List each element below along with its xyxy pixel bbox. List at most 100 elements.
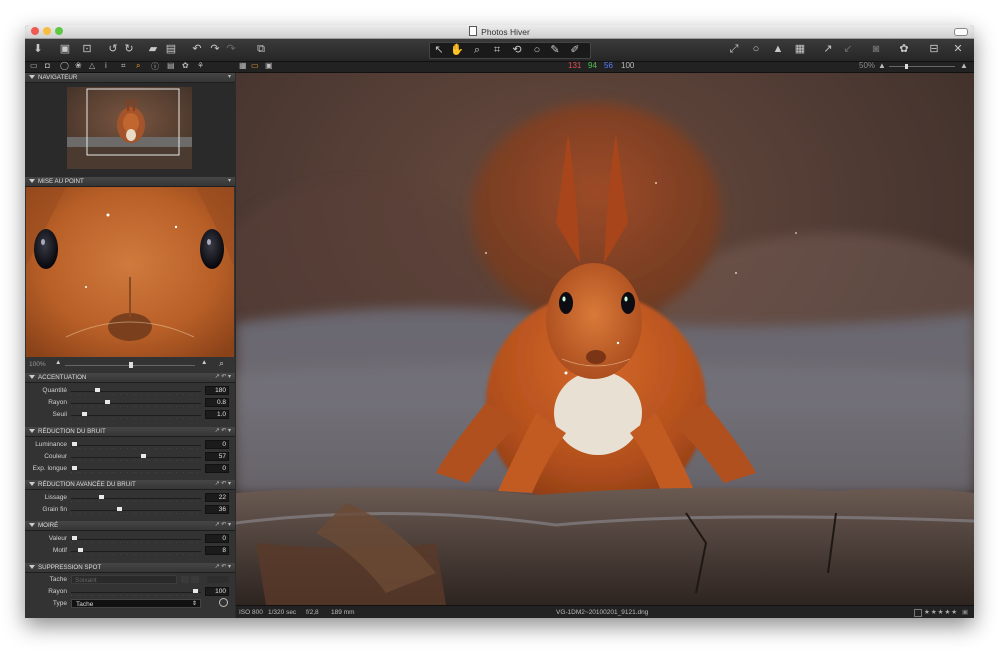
image-viewer[interactable]	[236, 73, 974, 605]
slider-value-field[interactable]: 0.8	[205, 398, 229, 407]
cursor-arrow-icon[interactable]: ↗	[821, 42, 835, 57]
spot-header[interactable]: SUPPRESSION SPOT ↗ ↶ ▾	[25, 563, 235, 573]
navigator-thumbnail[interactable]	[67, 87, 192, 169]
zoom-in-icon[interactable]: ▲	[960, 61, 968, 70]
spot-type-select[interactable]: Tache ⇕	[71, 599, 201, 608]
slider-track[interactable]	[71, 592, 201, 593]
star-rating[interactable]: ★★★★★	[924, 606, 958, 618]
slider-track[interactable]	[71, 391, 201, 392]
settings-icon[interactable]: ✿	[897, 42, 911, 57]
section-controls-icon[interactable]: ↗ ↶ ▾	[215, 480, 231, 489]
slider-value-field[interactable]: 0	[205, 534, 229, 543]
search-icon[interactable]: ○	[749, 42, 763, 57]
spot-icon[interactable]: ○	[530, 43, 544, 58]
noise-header[interactable]: RÉDUCTION DU BRUIT ↗ ↶ ▾	[25, 427, 235, 437]
slider-value-field[interactable]: 100	[205, 587, 229, 596]
slider-track[interactable]	[71, 445, 201, 446]
viewer-zoom-thumb[interactable]	[905, 64, 908, 69]
navigator-header[interactable]: NAVIGATEUR ▾	[25, 73, 235, 83]
slider-value-field[interactable]: 22	[205, 493, 229, 502]
slider-thumb[interactable]	[99, 495, 104, 499]
slider-thumb[interactable]	[117, 507, 122, 511]
loupe-icon[interactable]: ⌕	[219, 358, 224, 369]
slider-value-field[interactable]: 57	[205, 452, 229, 461]
proof-view-icon[interactable]: ▣	[265, 61, 273, 70]
slider-value-field[interactable]: 0	[205, 440, 229, 449]
zoom-out-icon[interactable]: ▲	[55, 359, 61, 366]
picker-icon[interactable]: ✎	[548, 43, 562, 58]
slider-value-field[interactable]: 8	[205, 546, 229, 555]
browser-toggle-icon[interactable]: ▣	[962, 606, 968, 618]
slider-thumb[interactable]	[141, 454, 146, 458]
section-menu-icon[interactable]: ▾	[228, 73, 231, 82]
pan-hand-icon[interactable]: ✋	[450, 43, 464, 58]
lens-tab-icon[interactable]: ◯	[60, 61, 69, 70]
slider-value-field[interactable]: 180	[205, 386, 229, 395]
slider-thumb[interactable]	[72, 466, 77, 470]
grid-view-icon[interactable]: ▦	[239, 61, 247, 70]
trash-icon[interactable]: ▤	[165, 42, 177, 57]
import-icon[interactable]: ⬇	[31, 42, 45, 57]
capture-icon[interactable]: ▣	[57, 42, 73, 57]
tools-icon[interactable]: ✕	[951, 42, 965, 57]
toolbar-toggle-button[interactable]	[954, 28, 968, 36]
slider-thumb[interactable]	[72, 442, 77, 446]
zoom-in-icon[interactable]: ▲	[201, 359, 207, 366]
details-tab-icon[interactable]: ⌕	[136, 61, 140, 71]
spot-extra-button[interactable]	[207, 576, 229, 583]
crop-icon[interactable]: ⌗	[490, 43, 504, 58]
section-controls-icon[interactable]: ↗ ↶ ▾	[215, 427, 231, 436]
brush-off-icon[interactable]: ↙	[841, 42, 855, 57]
slider-value-field[interactable]: 0	[205, 464, 229, 473]
focus-zoom-thumb[interactable]	[129, 362, 133, 368]
extra-tab-icon[interactable]: ⚘	[197, 61, 204, 70]
spot-remove-button[interactable]	[191, 576, 199, 583]
slider-track[interactable]	[71, 498, 201, 499]
slider-thumb[interactable]	[105, 400, 110, 404]
rotate-right-icon[interactable]: ↻	[123, 42, 135, 57]
focus-header[interactable]: MISE AU POINT ▾	[25, 177, 235, 187]
select-cursor-icon[interactable]: ↖	[432, 43, 446, 58]
slider-track[interactable]	[71, 457, 201, 458]
camera-tab-icon[interactable]: ◘	[45, 61, 50, 70]
slider-thumb[interactable]	[78, 548, 83, 552]
advanced-noise-header[interactable]: RÉDUCTION AVANCÉE DU BRUIT ↗ ↶ ▾	[25, 480, 235, 490]
sharpening-header[interactable]: ACCENTUATION ↗ ↶ ▾	[25, 373, 235, 383]
section-controls-icon[interactable]: ↗ ↶ ▾	[215, 521, 231, 530]
fullscreen-icon[interactable]: ⤢	[727, 42, 741, 57]
color-tab-icon[interactable]: ❀	[75, 61, 82, 70]
single-view-icon[interactable]: ▭	[251, 61, 259, 70]
slider-value-field[interactable]: 1.0	[205, 410, 229, 419]
brush-icon[interactable]: ✐	[568, 43, 582, 58]
camera-icon[interactable]: ◙	[869, 42, 883, 57]
info-tab-icon[interactable]: ⓘ	[151, 61, 159, 72]
section-menu-icon[interactable]: ▾	[228, 177, 231, 186]
section-controls-icon[interactable]: ↗ ↶ ▾	[215, 563, 231, 572]
zoom-out-icon[interactable]: ▲	[878, 61, 886, 70]
spot-circle-icon[interactable]	[219, 598, 228, 607]
zoom-icon[interactable]: ⌕	[470, 43, 484, 58]
slider-track[interactable]	[71, 539, 201, 540]
export-icon[interactable]: ⊡	[79, 42, 95, 57]
metadata-tab-icon[interactable]: i	[105, 61, 107, 70]
slider-thumb[interactable]	[95, 388, 100, 392]
slider-track[interactable]	[71, 551, 201, 552]
folder-tab-icon[interactable]: ▭	[30, 61, 38, 70]
moire-header[interactable]: MOIRÉ ↗ ↶ ▾	[25, 521, 235, 531]
warning-icon[interactable]: ▲	[771, 42, 785, 57]
grid-icon[interactable]: ▦	[793, 42, 807, 57]
rotate-tool-icon[interactable]: ⟲	[510, 43, 524, 58]
compare-icon[interactable]: ⊟	[927, 42, 941, 57]
spot-tache-select[interactable]: Soixant	[71, 575, 177, 584]
variants-icon[interactable]: ⧉	[253, 42, 269, 57]
slider-track[interactable]	[71, 469, 201, 470]
slider-track[interactable]	[71, 510, 201, 511]
section-controls-icon[interactable]: ↗ ↶ ▾	[215, 373, 231, 382]
slider-thumb[interactable]	[82, 412, 87, 416]
viewer-zoom-slider[interactable]	[889, 66, 955, 67]
exposure-tab-icon[interactable]: △	[89, 61, 95, 70]
slider-track[interactable]	[71, 415, 201, 416]
redo-icon[interactable]: ↷	[209, 42, 221, 57]
slider-value-field[interactable]: 36	[205, 505, 229, 514]
batch-tab-icon[interactable]: ▤	[167, 61, 175, 70]
